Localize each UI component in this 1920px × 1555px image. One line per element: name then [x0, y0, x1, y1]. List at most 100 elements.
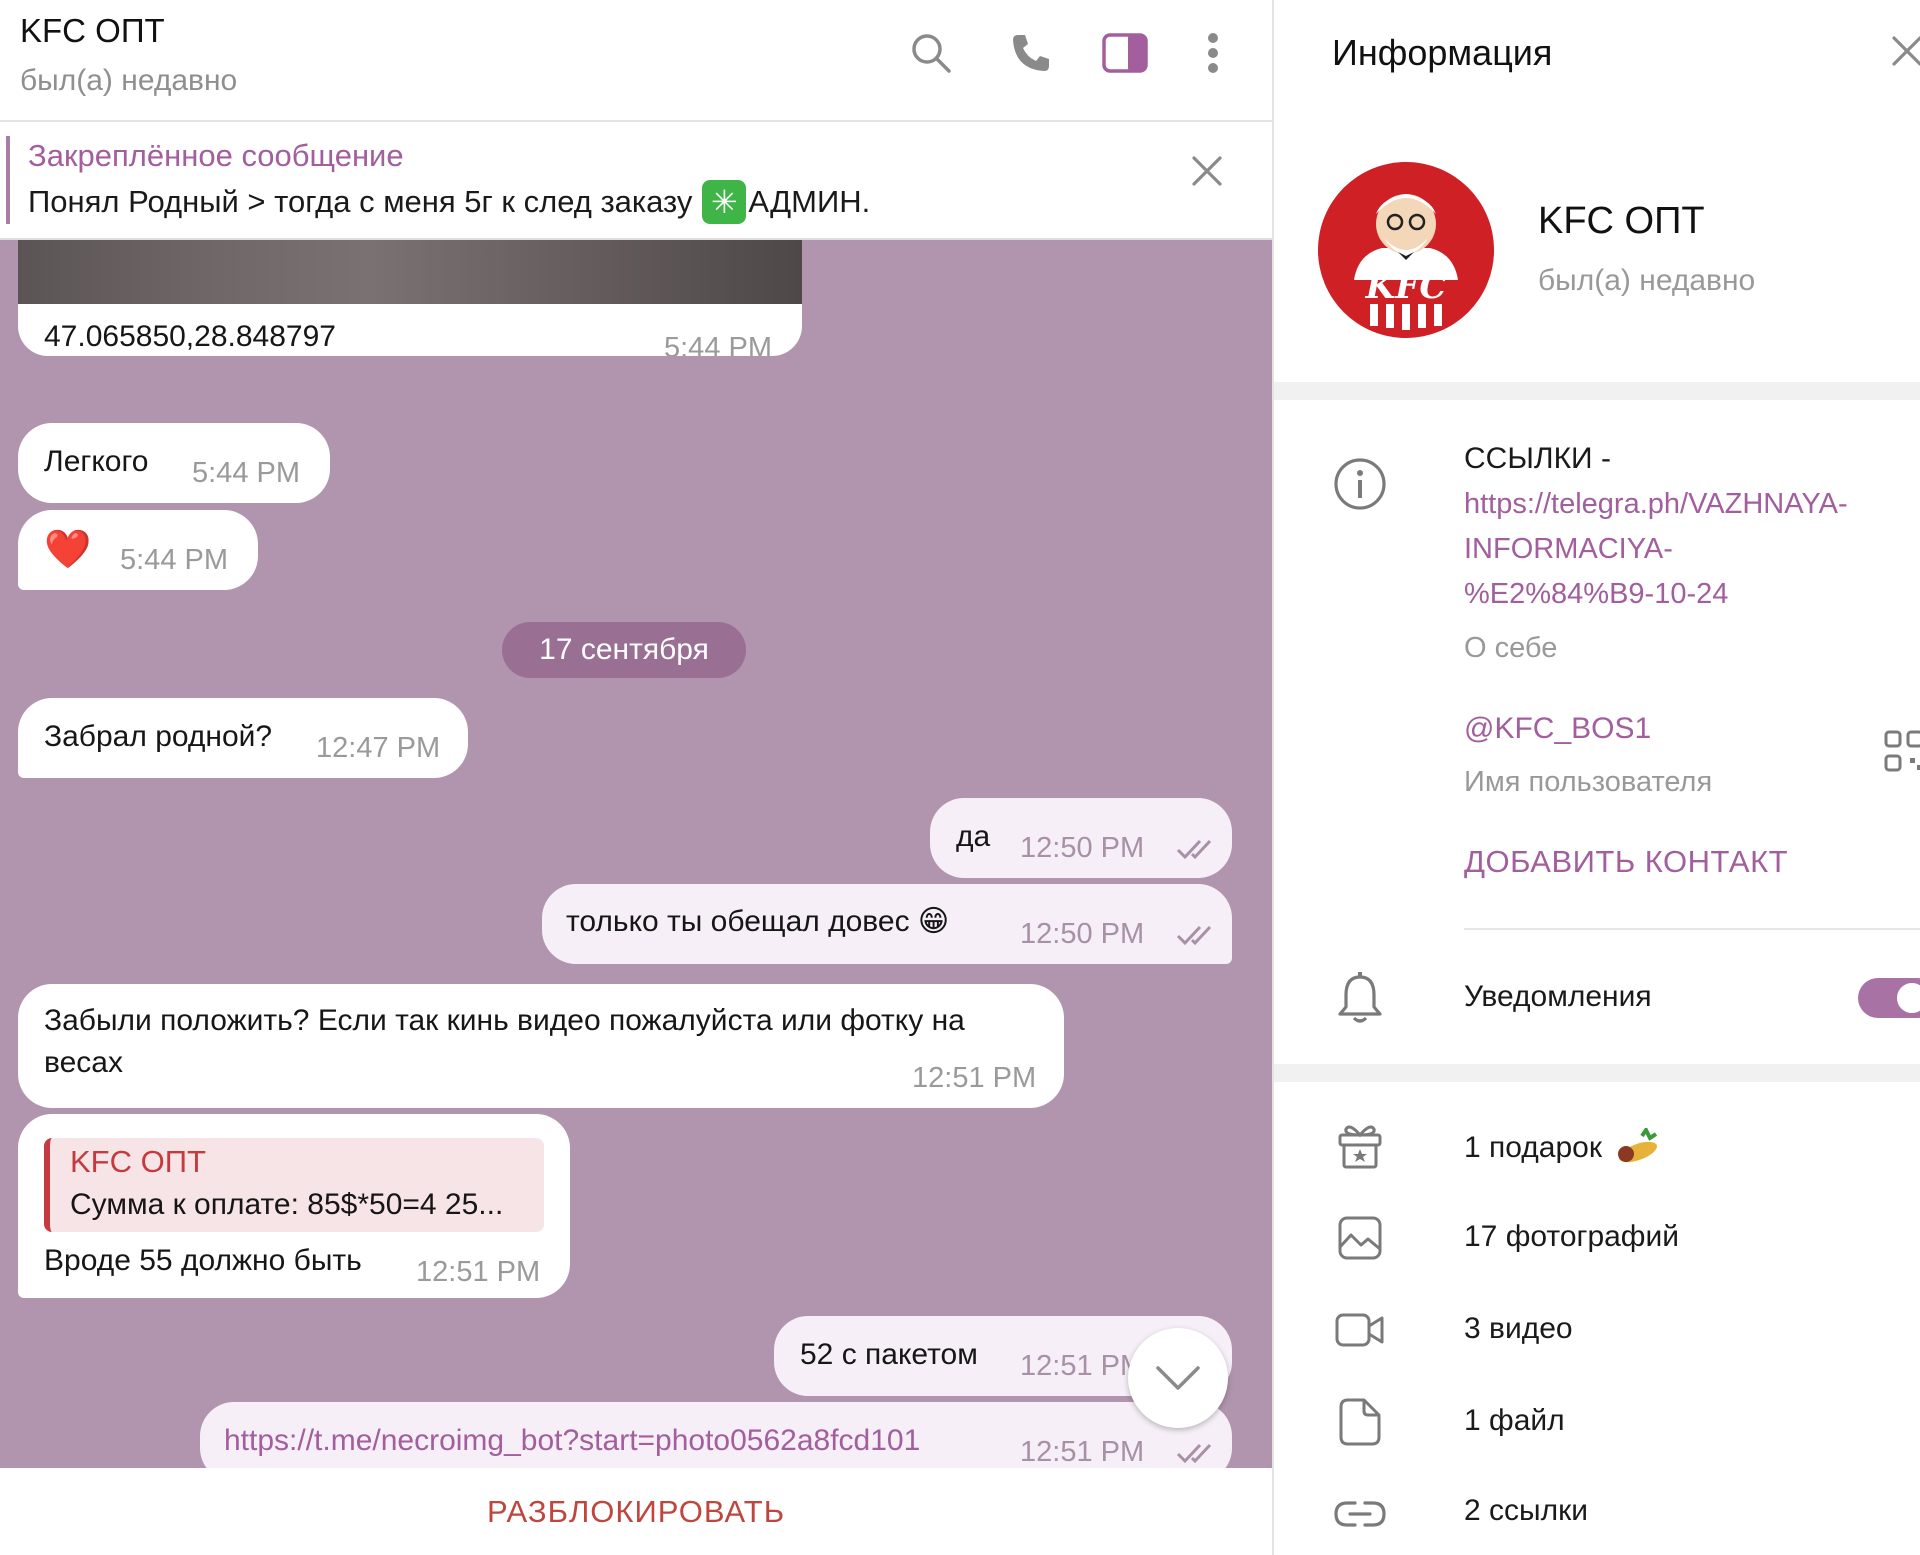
message-time: 12:47 PM: [316, 732, 441, 764]
file-icon: [1332, 1394, 1388, 1450]
incoming-message[interactable]: Легкого 5:44 PM: [18, 423, 330, 503]
add-contact-button[interactable]: ДОБАВИТЬ КОНТАКТ: [1464, 844, 1788, 880]
bio-link-line-2[interactable]: INFORMACIYA-: [1464, 527, 1673, 572]
videos-row[interactable]: 3 видео: [1274, 1288, 1920, 1378]
pinned-label: Закреплённое сообщение: [28, 138, 404, 173]
photos-row[interactable]: 17 фотографий: [1274, 1196, 1920, 1286]
pinned-text: Понял Родный > тогда с меня 5г к след за…: [28, 180, 870, 224]
map-preview-image[interactable]: [18, 240, 802, 304]
bio-label: ССЫЛКИ -: [1464, 442, 1611, 475]
reply-quote[interactable]: KFC ОПТ Сумма к оплате: 85$*50=4 25...: [44, 1138, 544, 1232]
pinned-text-suffix: АДМИН.: [748, 184, 871, 219]
kfc-logo-icon: KFC: [1318, 162, 1494, 338]
incoming-message[interactable]: ❤️ 5:44 PM: [18, 510, 258, 590]
message-time: 12:51 PM: [1020, 1436, 1145, 1468]
location-message[interactable]: 47.065850,28.848797 5:44 PM: [18, 240, 802, 356]
gift-icon: [1332, 1118, 1388, 1174]
pinned-text-main: Понял Родный > тогда с меня 5г к след за…: [28, 184, 693, 219]
profile-name: KFC ОПТ: [1538, 200, 1705, 242]
close-pinned-icon[interactable]: [1190, 154, 1224, 193]
location-coordinates: 47.065850,28.848797: [44, 320, 336, 353]
phone-icon[interactable]: [1006, 28, 1056, 78]
scroll-down-button[interactable]: [1128, 1328, 1228, 1428]
message-time: 12:50 PM: [1020, 832, 1145, 864]
bio-link-line-3[interactable]: %E2%84%B9-10-24: [1464, 572, 1728, 617]
videos-label: 3 видео: [1464, 1312, 1573, 1345]
close-info-icon[interactable]: [1890, 34, 1920, 73]
pinned-indicator: [6, 136, 10, 224]
message-list[interactable]: 47.065850,28.848797 5:44 PM Легкого 5:44…: [0, 240, 1272, 1468]
divider: [1464, 928, 1920, 930]
message-text: Забрал родной?: [44, 720, 273, 753]
message-text: только ты обещал довес 😁: [566, 905, 950, 938]
read-ticks-icon: [1176, 839, 1212, 860]
bell-icon: [1332, 970, 1388, 1026]
username[interactable]: @KFC_BOS1: [1464, 706, 1651, 751]
link-icon: [1332, 1486, 1388, 1542]
outgoing-message[interactable]: только ты обещал довес 😁 12:50 PM: [542, 884, 1232, 964]
read-ticks-icon: [1176, 1443, 1212, 1464]
username-caption: Имя пользователя: [1464, 766, 1713, 798]
toggle-knob: [1894, 980, 1920, 1016]
message-text: Вроде 55 должно быть: [44, 1244, 362, 1277]
notifications-label: Уведомления: [1464, 980, 1652, 1013]
pinned-message-bar[interactable]: Закреплённое сообщение Понял Родный > то…: [0, 124, 1272, 240]
bio-caption: О себе: [1464, 632, 1558, 664]
video-icon: [1332, 1302, 1388, 1358]
incoming-message[interactable]: Забыли положить? Если так кинь видео пож…: [18, 984, 1064, 1108]
files-label: 1 файл: [1464, 1404, 1565, 1437]
bio-link-line-1[interactable]: https://telegra.ph/VAZHNAYA-: [1464, 482, 1848, 527]
message-time: 12:51 PM: [1020, 1350, 1145, 1382]
links-label: 2 ссылки: [1464, 1494, 1588, 1527]
gifts-row[interactable]: 1 подарок: [1274, 1104, 1920, 1194]
message-time: 5:44 PM: [192, 457, 300, 489]
info-panel: Информация KFC KFC ОПТ был(а) недавно СС…: [1272, 0, 1920, 1555]
chat-title[interactable]: KFC ОПТ: [20, 12, 165, 50]
photo-icon: [1332, 1210, 1388, 1266]
message-text: да: [956, 820, 991, 853]
files-row[interactable]: 1 файл: [1274, 1380, 1920, 1470]
links-row[interactable]: 2 ссылки: [1274, 1472, 1920, 1555]
search-icon[interactable]: [906, 28, 956, 78]
notifications-toggle[interactable]: [1858, 978, 1920, 1018]
message-text-continued: весах: [44, 1046, 123, 1079]
outgoing-message[interactable]: да 12:50 PM: [930, 798, 1232, 878]
message-time: 5:44 PM: [120, 544, 228, 576]
outgoing-message[interactable]: https://t.me/necroimg_bot?start=photo056…: [200, 1402, 1232, 1468]
message-time: 12:51 PM: [912, 1062, 1037, 1094]
sidebar-toggle-icon[interactable]: [1100, 28, 1150, 78]
message-time: 5:44 PM: [664, 332, 772, 356]
avatar[interactable]: KFC: [1318, 162, 1494, 338]
chat-pane: KFC ОПТ был(а) недавно Закреплённое сооб…: [0, 0, 1272, 1555]
chat-status: был(а) недавно: [20, 64, 238, 97]
read-ticks-icon: [1176, 925, 1212, 946]
shared-media-list: 1 подарок 17 фотографий 3 видео 1 файл 2…: [1274, 1082, 1920, 1555]
info-icon: [1332, 456, 1388, 512]
avatar-text: KFC: [1365, 267, 1447, 307]
unblock-button[interactable]: РАЗБЛОКИРОВАТЬ: [487, 1494, 785, 1530]
profile-status: был(а) недавно: [1538, 264, 1756, 297]
profile-header: Информация KFC KFC ОПТ был(а) недавно: [1274, 0, 1920, 382]
chevron-down-icon: [1156, 1366, 1200, 1390]
bottom-bar: РАЗБЛОКИРОВАТЬ: [0, 1468, 1272, 1555]
message-link[interactable]: https://t.me/necroimg_bot?start=photo056…: [224, 1424, 920, 1458]
photos-label: 17 фотографий: [1464, 1220, 1680, 1253]
message-time: 12:51 PM: [416, 1256, 541, 1288]
incoming-reply-message[interactable]: KFC ОПТ Сумма к оплате: 85$*50=4 25... В…: [18, 1114, 570, 1298]
reply-text: Сумма к оплате: 85$*50=4 25...: [70, 1188, 504, 1221]
sparkle-emoji-icon: ✳: [702, 180, 747, 224]
heart-emoji-icon: ❤️: [44, 529, 92, 571]
gifts-label: 1 подарок: [1464, 1131, 1602, 1164]
qr-code-icon[interactable]: [1884, 730, 1920, 779]
gift-sticker-icon: [1617, 1128, 1658, 1163]
message-text: Забыли положить? Если так кинь видео пож…: [44, 1004, 965, 1037]
info-title: Информация: [1332, 32, 1553, 73]
more-vertical-icon[interactable]: [1188, 28, 1238, 78]
chat-header[interactable]: KFC ОПТ был(а) недавно: [0, 0, 1272, 122]
message-text: Легкого: [44, 445, 149, 478]
incoming-message[interactable]: Забрал родной? 12:47 PM: [18, 698, 468, 778]
profile-details: ССЫЛКИ - https://telegra.ph/VAZHNAYA- IN…: [1274, 400, 1920, 1064]
reply-author: KFC ОПТ: [70, 1144, 206, 1179]
message-text: 52 с пакетом: [800, 1338, 978, 1371]
date-separator: 17 сентября: [502, 622, 746, 678]
